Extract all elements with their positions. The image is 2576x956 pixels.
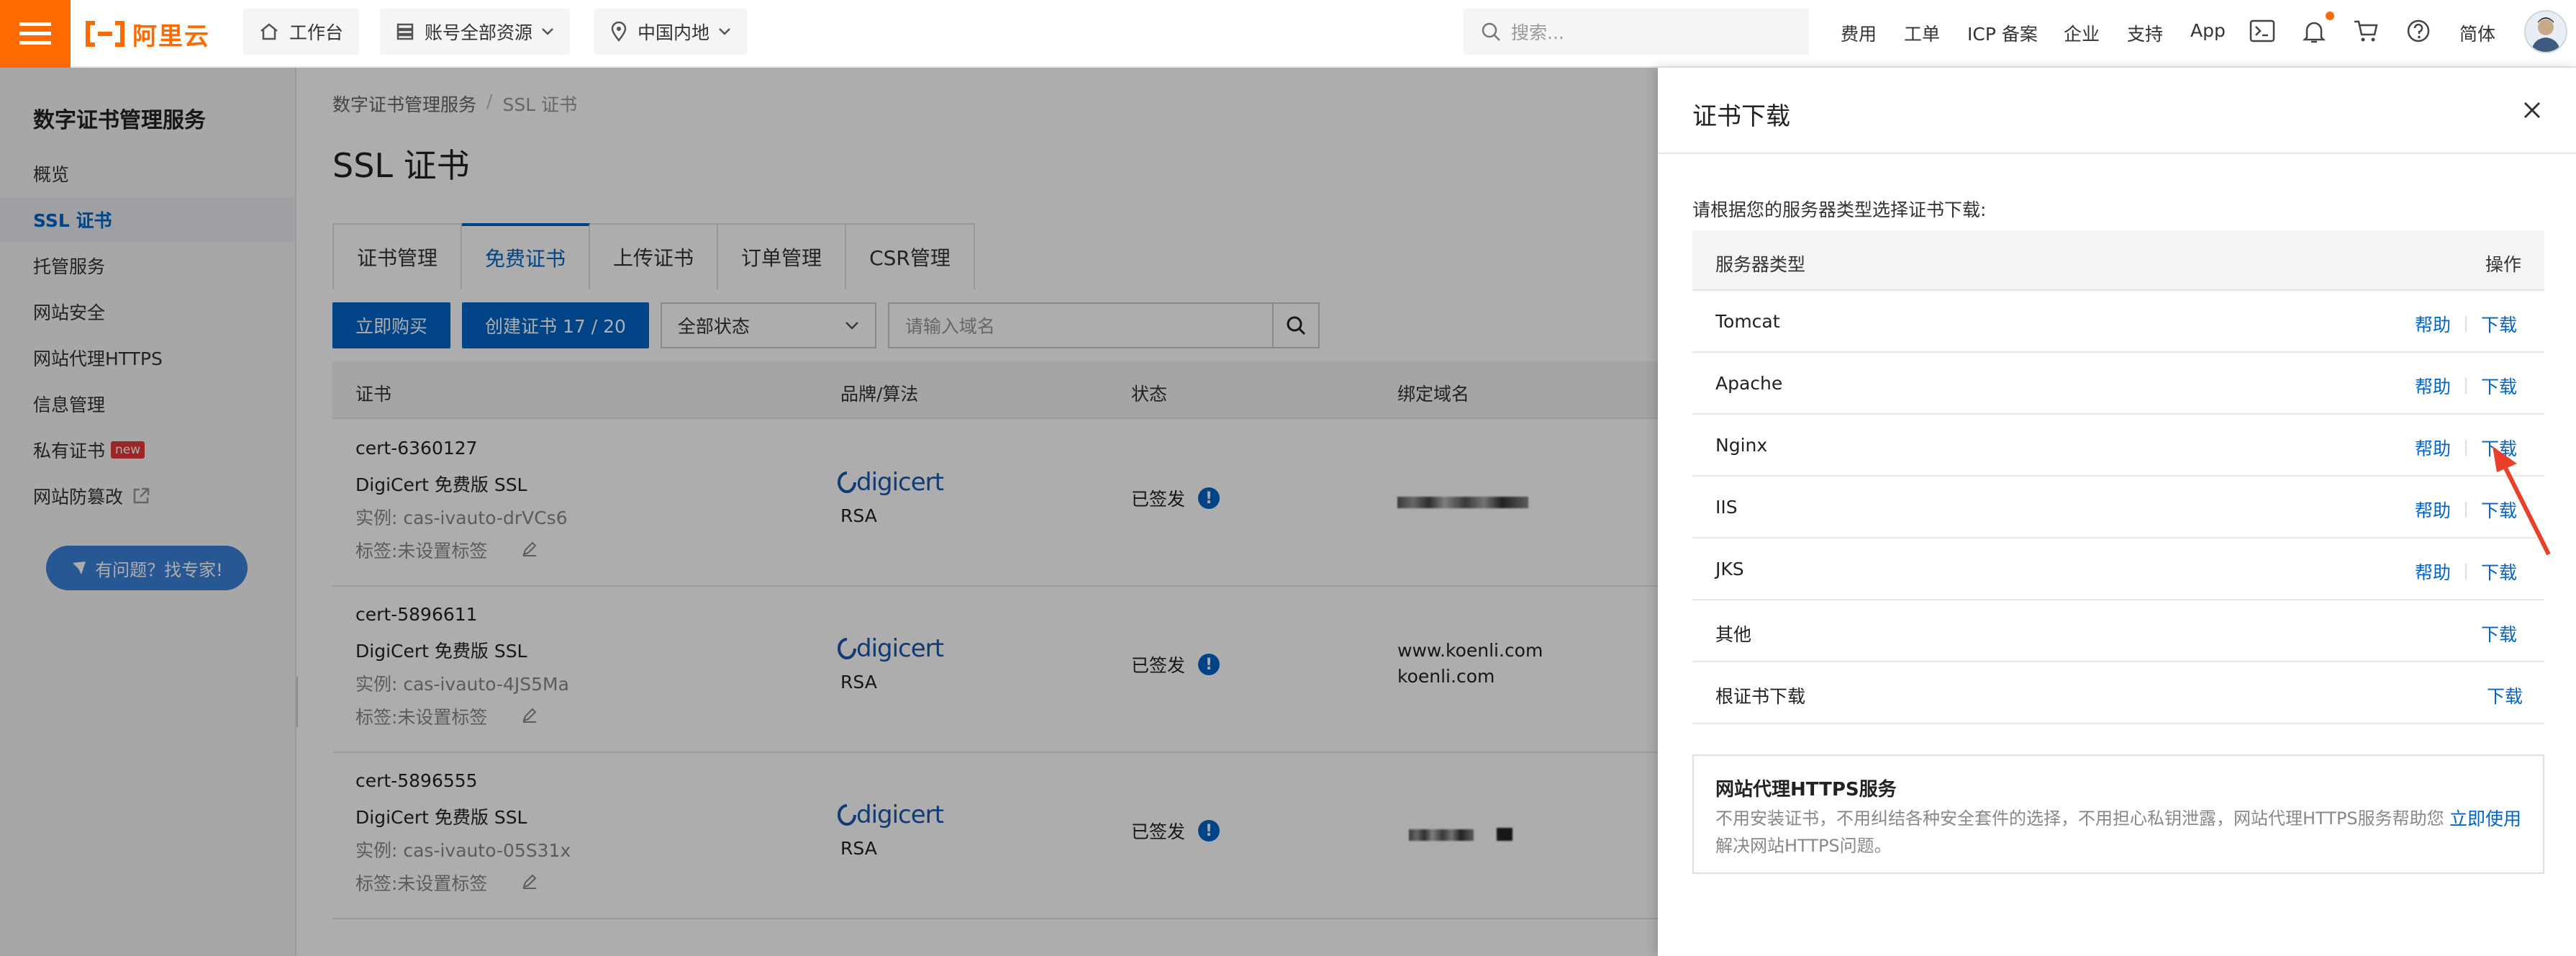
https-proxy-promo: 网站代理HTTPS服务 不用安装证书，不用纠结各种安全套件的选择，不用担心私钥泄… xyxy=(1692,754,2544,874)
server-row-other: 其他 下载 xyxy=(1692,600,2544,662)
nav-link-enterprise[interactable]: 企业 xyxy=(2064,20,2100,46)
language-switch[interactable]: 简体 xyxy=(2459,20,2495,46)
logo-text: 阿里云 xyxy=(132,22,210,51)
top-navigation-bar: 阿里云 工作台 账号全部资源 中国内地 搜索... 费用 工单 ICP 备案 企… xyxy=(0,0,2576,68)
server-name: IIS xyxy=(1715,497,1738,518)
help-link[interactable]: 帮助 xyxy=(2415,373,2451,399)
red-annotation-arrow-icon xyxy=(2493,446,2551,556)
divider xyxy=(2464,316,2467,332)
server-name: JKS xyxy=(1715,559,1744,580)
nav-link-support[interactable]: 支持 xyxy=(2127,20,2163,46)
close-icon[interactable] xyxy=(2521,99,2543,121)
chevron-down-icon xyxy=(719,28,730,35)
aliyun-logo[interactable]: 阿里云 xyxy=(85,14,210,53)
server-actions: 下载 xyxy=(2487,682,2523,708)
download-link[interactable]: 下载 xyxy=(2481,559,2517,585)
cart-icon[interactable] xyxy=(2353,19,2379,43)
server-actions: 下载 xyxy=(2481,621,2517,646)
promo-title: 网站代理HTTPS服务 xyxy=(1715,779,1897,801)
server-row-jks: JKS 帮助 下载 xyxy=(1692,538,2544,600)
drawer-header: 证书下载 xyxy=(1658,68,2576,154)
server-row-nginx: Nginx 帮助 下载 xyxy=(1692,415,2544,477)
server-row-iis: IIS 帮助 下载 xyxy=(1692,477,2544,538)
use-now-link[interactable]: 立即使用 xyxy=(2449,805,2521,831)
terminal-icon[interactable] xyxy=(2249,19,2275,43)
divider xyxy=(2464,564,2467,580)
certificate-download-drawer: 证书下载 请根据您的服务器类型选择证书下载: 服务器类型 操作 Tomcat 帮… xyxy=(1658,68,2576,956)
help-link[interactable]: 帮助 xyxy=(2415,435,2451,461)
region-dropdown[interactable]: 中国内地 xyxy=(594,9,748,55)
user-avatar[interactable] xyxy=(2524,10,2567,53)
home-icon xyxy=(260,23,278,40)
drawer-title: 证书下载 xyxy=(1692,102,1790,131)
search-placeholder: 搜索... xyxy=(1511,22,1564,43)
server-name: Tomcat xyxy=(1715,311,1780,332)
notification-dot xyxy=(2326,12,2334,20)
server-name: Apache xyxy=(1715,373,1783,394)
server-row-root-certificate: 根证书下载 下载 xyxy=(1692,662,2544,724)
server-actions: 帮助 下载 xyxy=(2415,373,2517,399)
account-scope-label: 账号全部资源 xyxy=(425,22,533,43)
nav-link-billing[interactable]: 费用 xyxy=(1841,20,1877,46)
server-actions: 帮助 下载 xyxy=(2415,311,2517,337)
divider xyxy=(2464,502,2467,518)
hamburger-menu-button[interactable] xyxy=(0,0,71,68)
download-link[interactable]: 下载 xyxy=(2487,682,2523,708)
workbench-button[interactable]: 工作台 xyxy=(243,9,360,55)
promo-description: 不用安装证书，不用纠结各种安全套件的选择，不用担心私钥泄露，网站代理HTTPS服… xyxy=(1715,808,2444,856)
download-link[interactable]: 下载 xyxy=(2481,621,2517,646)
drawer-hint: 请根据您的服务器类型选择证书下载: xyxy=(1692,199,1987,220)
server-row-tomcat: Tomcat 帮助 下载 xyxy=(1692,291,2544,353)
nav-link-icp[interactable]: ICP 备案 xyxy=(1967,20,2038,46)
help-link[interactable]: 帮助 xyxy=(2415,497,2451,523)
download-link[interactable]: 下载 xyxy=(2481,311,2517,337)
divider xyxy=(2464,440,2467,456)
aliyun-logo-icon xyxy=(86,21,124,47)
modal-overlay[interactable] xyxy=(0,68,1658,956)
help-circle-icon[interactable] xyxy=(2406,19,2431,43)
server-row-apache: Apache 帮助 下载 xyxy=(1692,353,2544,415)
download-link[interactable]: 下载 xyxy=(2481,373,2517,399)
account-scope-dropdown[interactable]: 账号全部资源 xyxy=(380,9,571,55)
search-icon xyxy=(1482,22,1500,41)
column-header-server-type: 服务器类型 xyxy=(1715,254,1806,275)
divider xyxy=(2464,378,2467,394)
nav-link-tickets[interactable]: 工单 xyxy=(1904,20,1940,46)
global-search-input[interactable]: 搜索... xyxy=(1464,9,1809,55)
hamburger-icon xyxy=(19,22,51,45)
resource-stack-icon xyxy=(396,23,414,40)
nav-link-app[interactable]: App xyxy=(2190,20,2226,41)
region-label: 中国内地 xyxy=(638,22,710,43)
column-header-action: 操作 xyxy=(2485,254,2521,275)
server-name: 其他 xyxy=(1715,624,1752,645)
bell-icon[interactable] xyxy=(2303,19,2326,45)
server-table-header: 服务器类型 操作 xyxy=(1692,230,2544,291)
server-name: 根证书下载 xyxy=(1715,686,1806,707)
user-avatar-icon xyxy=(2531,17,2560,52)
server-actions: 帮助 下载 xyxy=(2415,559,2517,585)
location-pin-icon xyxy=(611,22,627,42)
help-link[interactable]: 帮助 xyxy=(2415,559,2451,585)
chevron-down-icon xyxy=(542,28,553,35)
help-link[interactable]: 帮助 xyxy=(2415,311,2451,337)
workbench-label: 工作台 xyxy=(289,22,344,43)
server-name: Nginx xyxy=(1715,435,1768,456)
